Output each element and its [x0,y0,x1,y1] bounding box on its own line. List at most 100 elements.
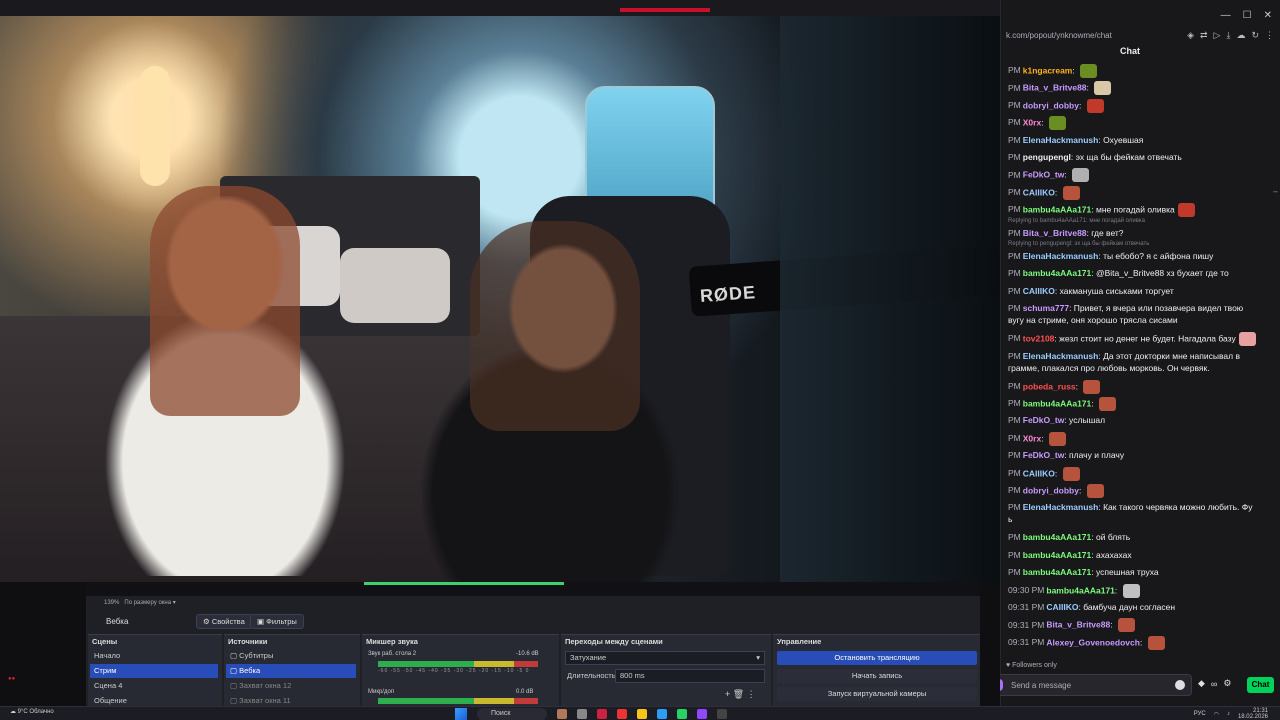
chat-message[interactable]: PM FeDkO_tw: услышал [1008,414,1270,426]
clock[interactable]: 21:31 18.02.2026 [1238,708,1268,720]
chat-send-button[interactable]: Chat [1247,677,1274,693]
chat-message[interactable]: PM X0rx: [1008,431,1270,446]
message-username[interactable]: CAIIIKO [1046,602,1078,612]
chat-message[interactable]: PM X0rx: [1008,116,1270,131]
scene-item-selected[interactable]: Стрим [90,664,218,678]
chat-message[interactable]: PM CAIIIKO: [1008,466,1270,481]
chat-message[interactable]: PM bambu4aAAa171: ахахахах [1008,549,1270,561]
chat-message[interactable]: 09:30 PM bambu4aAAa171: [1008,583,1270,598]
app-icon[interactable] [597,709,607,719]
extension-icon[interactable]: ⇄ [1200,30,1208,41]
message-username[interactable]: bambu4aAAa171 [1023,567,1092,577]
maximize-icon[interactable]: ☐ [1243,10,1252,21]
message-username[interactable]: bambu4aAAa171 [1023,532,1092,542]
chat-message[interactable]: PM dobryi_dobby: [1008,98,1270,113]
app-icon[interactable] [717,709,727,719]
message-username[interactable]: FeDkO_tw [1023,415,1065,425]
message-username[interactable]: ElenaHackmanush [1023,351,1099,361]
chat-message[interactable]: PM bambu4aAAa171: [1008,397,1270,411]
sync-icon[interactable]: ↻ [1251,30,1259,41]
message-username[interactable]: bambu4aAAa171 [1046,585,1115,595]
menu-icon[interactable]: ⋮ [1265,30,1274,41]
message-username[interactable]: bambu4aAAa171 [1023,550,1092,560]
chat-message[interactable]: PM ElenaHackmanush: Охуевшая [1008,134,1270,146]
minimize-icon[interactable]: — [1221,10,1231,21]
chat-message[interactable]: PM Bita_v_Britve88: [1008,81,1270,96]
app-icon[interactable] [557,709,567,719]
source-item[interactable]: ▢ Субтитры [226,649,356,663]
message-username[interactable]: Bita_v_Britve88 [1046,620,1110,630]
bits-icon[interactable]: ◆ [1198,678,1205,689]
scene-item[interactable]: Начало [90,649,218,663]
shield-icon[interactable]: ◈ [1187,30,1194,41]
message-username[interactable]: Bita_v_Britve88 [1023,228,1087,238]
weather-widget[interactable]: ☁ 9°C Облачно [10,708,54,715]
add-transition-icon[interactable]: + 🗑 ⋮ [721,687,765,701]
message-username[interactable]: ElenaHackmanush [1023,251,1099,261]
scene-item[interactable]: Сцена 4 [90,679,218,693]
message-username[interactable]: X0rx [1023,433,1041,443]
resize-handle-icon[interactable]: ↔ [1272,188,1279,195]
chat-message[interactable]: PM CAIIIKO: хакманушa сиськами торгует [1008,285,1270,297]
wifi-icon[interactable]: ◠ [1214,711,1219,718]
app-icon[interactable] [697,709,707,719]
chat-message[interactable]: PM bambu4aAAa171: ой блять [1008,531,1270,543]
chat-message[interactable]: PM k1ngacream: [1008,64,1270,78]
message-username[interactable]: dobryi_dobby [1023,100,1079,110]
chat-message[interactable]: PM ElenaHackmanush: ты ебобо? я с айфона … [1008,250,1270,262]
points-icon[interactable]: ∞ [1211,679,1217,689]
address-bar[interactable]: k.com/popout/ynknowme/chat ◈ ⇄ ▷ ⤓ ☁ ↻ ⋮ [1000,28,1280,44]
message-username[interactable]: pobeda_russ [1023,381,1076,391]
virtual-camera-button[interactable]: Запуск виртуальной камеры [777,687,977,701]
chat-message[interactable]: PM bambu4aAAa171: успешная труха [1008,566,1270,578]
app-icon[interactable] [657,709,667,719]
message-username[interactable]: FeDkO_tw [1023,170,1065,180]
start-icon[interactable] [455,708,467,720]
download-icon[interactable]: ⤓ [1226,30,1230,41]
chat-message[interactable]: 09:31 PM CAIIIKO: бамбуча даун согласен [1008,601,1270,613]
message-username[interactable]: bambu4aAAa171 [1023,398,1092,408]
app-icon[interactable] [677,709,687,719]
source-item[interactable]: ▢ Захват окна 12 [226,679,356,693]
duration-input[interactable]: 800 ms [615,669,765,683]
chat-message[interactable]: PM dobryi_dobby: [1008,484,1270,498]
message-username[interactable]: bambu4aAAa171 [1023,268,1092,278]
message-username[interactable]: tov2108 [1023,333,1055,343]
message-username[interactable]: CAIIIKO [1023,286,1055,296]
message-username[interactable]: k1ngacream [1023,65,1073,75]
zoom-value[interactable]: 139% [104,600,119,606]
start-recording-button[interactable]: Начать запись [777,669,977,683]
chat-message[interactable]: PM Bita_v_Britve88: где вет? [1008,227,1270,239]
lang-indicator[interactable]: РУС [1194,711,1206,717]
taskbar-search[interactable]: Поиск [477,708,547,720]
message-username[interactable]: CAIIIKO [1023,468,1055,478]
chat-message[interactable]: PM ElenaHackmanush: Да этот докторки мне … [1008,350,1270,374]
message-username[interactable]: FeDkO_tw [1023,450,1065,460]
fit-mode[interactable]: По размеру окна [124,600,171,606]
stop-streaming-button[interactable]: Остановить трансляцию [777,651,977,665]
chat-message[interactable]: PM ElenaHackmanush: Как такого червяка мо… [1008,501,1270,525]
settings-icon[interactable]: ⚙ [1223,678,1231,689]
source-item-selected[interactable]: ▢ Вебка [226,664,356,678]
properties-button[interactable]: ⚙ Свойства [196,614,252,629]
emote-picker-icon[interactable] [1175,680,1185,690]
message-username[interactable]: dobryi_dobby [1023,485,1079,495]
chat-message[interactable]: PM pobeda_russ: [1008,379,1270,394]
message-username[interactable]: pengupengl [1023,152,1071,162]
chat-input[interactable]: Send a message [988,674,1192,696]
chat-message[interactable]: PM bambu4aAAa171: @Bita_v_Britve88 хз бух… [1008,267,1270,279]
message-username[interactable]: Bita_v_Britve88 [1023,83,1087,93]
app-icon[interactable] [637,709,647,719]
chat-message[interactable]: PM FeDkO_tw: плачу и плачу [1008,449,1270,461]
chat-message[interactable]: PM FeDkO_tw: [1008,168,1270,183]
message-username[interactable]: ElenaHackmanush [1023,502,1099,512]
chat-message[interactable]: PM pengupengl: эх ща бы фейкам отвечать [1008,151,1270,163]
message-username[interactable]: CAIIIKO [1023,187,1055,197]
cloud-icon[interactable]: ☁ [1236,30,1245,41]
chat-message[interactable]: PM tov2108: жезл стоит но денег не будет.… [1008,332,1270,347]
chat-message[interactable]: PM bambu4aAAa171: мне погадай оливка [1008,203,1270,218]
transition-select[interactable]: Затухание ▾ [565,651,765,665]
message-username[interactable]: Alexey_Govenoedovch [1046,637,1140,647]
chat-message[interactable]: PM schuma777: Привет, я вчера или позавче… [1008,302,1270,326]
filters-button[interactable]: ▣ Фильтры [250,614,304,629]
